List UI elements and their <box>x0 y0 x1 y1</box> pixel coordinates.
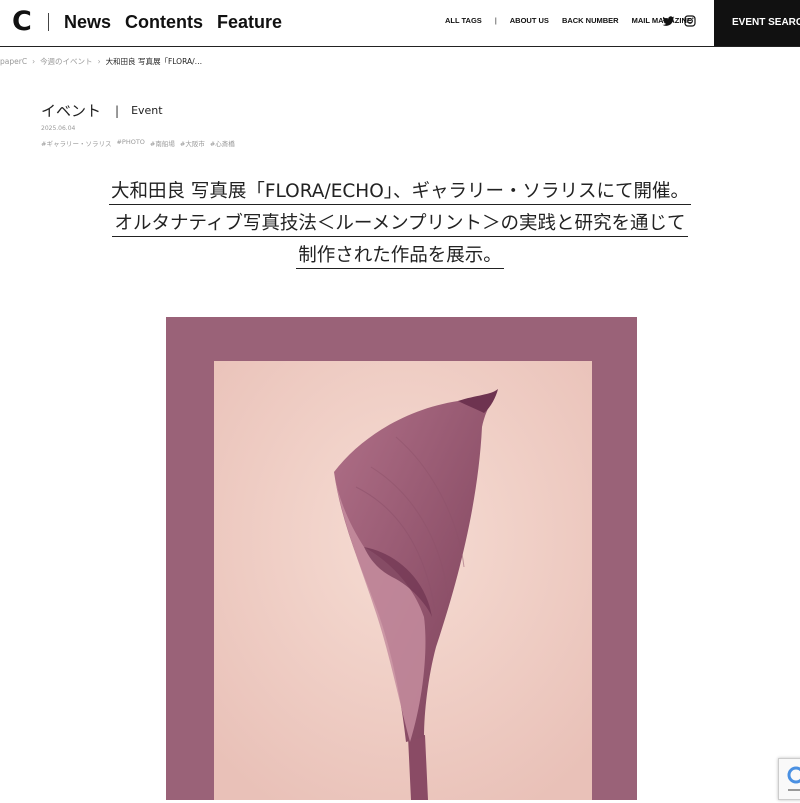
chevron-right-icon: › <box>97 57 101 66</box>
title-line: 制作された作品を展示。 <box>296 245 504 269</box>
main-nav: News Contents Feature <box>64 10 282 34</box>
breadcrumb-current: 大和田良 写真展「FLORA/… <box>105 57 203 66</box>
chevron-right-icon: › <box>32 57 36 66</box>
tag-link[interactable]: #大阪市 <box>180 138 205 148</box>
logo-divider <box>48 13 49 31</box>
tag-link[interactable]: #PHOTO <box>116 138 144 148</box>
nav-news[interactable]: News <box>64 10 111 34</box>
twitter-icon[interactable] <box>662 15 675 28</box>
nav-contents[interactable]: Contents <box>125 10 203 34</box>
category-divider: | <box>115 103 120 118</box>
breadcrumb: paperC › 今週のイベント › 大和田良 写真展「FLORA/… <box>0 56 202 67</box>
nav-all-tags[interactable]: ALL TAGS <box>445 16 482 25</box>
sub-nav: ALL TAGS | ABOUT US BACK NUMBER MAIL MAG… <box>445 16 692 25</box>
breadcrumb-home[interactable]: paperC <box>0 57 27 66</box>
article-category: イベント | Event <box>41 100 163 121</box>
nav-back-number[interactable]: BACK NUMBER <box>562 16 619 25</box>
title-line: オルタナティブ写真技法＜ルーメンプリント＞の実践と研究を通じて <box>112 213 688 237</box>
breadcrumb-weekly-events[interactable]: 今週のイベント <box>40 56 93 67</box>
event-search-button[interactable]: EVENT SEARCH <box>714 0 800 46</box>
nav-about-us[interactable]: ABOUT US <box>510 16 549 25</box>
article-tags: #ギャラリー・ソラリス #PHOTO #南船場 #大阪市 #心斎橋 <box>41 138 235 148</box>
recaptcha-badge[interactable] <box>778 758 800 800</box>
article-title: 大和田良 写真展「FLORA/ECHO」、ギャラリー・ソラリスにて開催。 オルタ… <box>0 176 800 272</box>
category-label-ja[interactable]: イベント <box>41 100 101 121</box>
nav-feature[interactable]: Feature <box>217 10 282 34</box>
article-date: 2025.06.04 <box>41 125 76 132</box>
title-line: 大和田良 写真展「FLORA/ECHO」、ギャラリー・ソラリスにて開催。 <box>108 181 692 205</box>
main-photo <box>166 317 637 800</box>
calla-lily-image <box>166 317 637 800</box>
nav-separator: | <box>494 16 497 25</box>
tag-link[interactable]: #ギャラリー・ソラリス <box>41 138 111 148</box>
instagram-icon[interactable] <box>684 15 696 27</box>
recaptcha-icon <box>787 766 800 791</box>
site-logo[interactable]: C <box>12 6 32 38</box>
category-label-en[interactable]: Event <box>131 104 163 117</box>
site-header: C News Contents Feature ALL TAGS | ABOUT… <box>0 0 800 47</box>
tag-link[interactable]: #心斎橋 <box>210 138 235 148</box>
tag-link[interactable]: #南船場 <box>150 138 175 148</box>
